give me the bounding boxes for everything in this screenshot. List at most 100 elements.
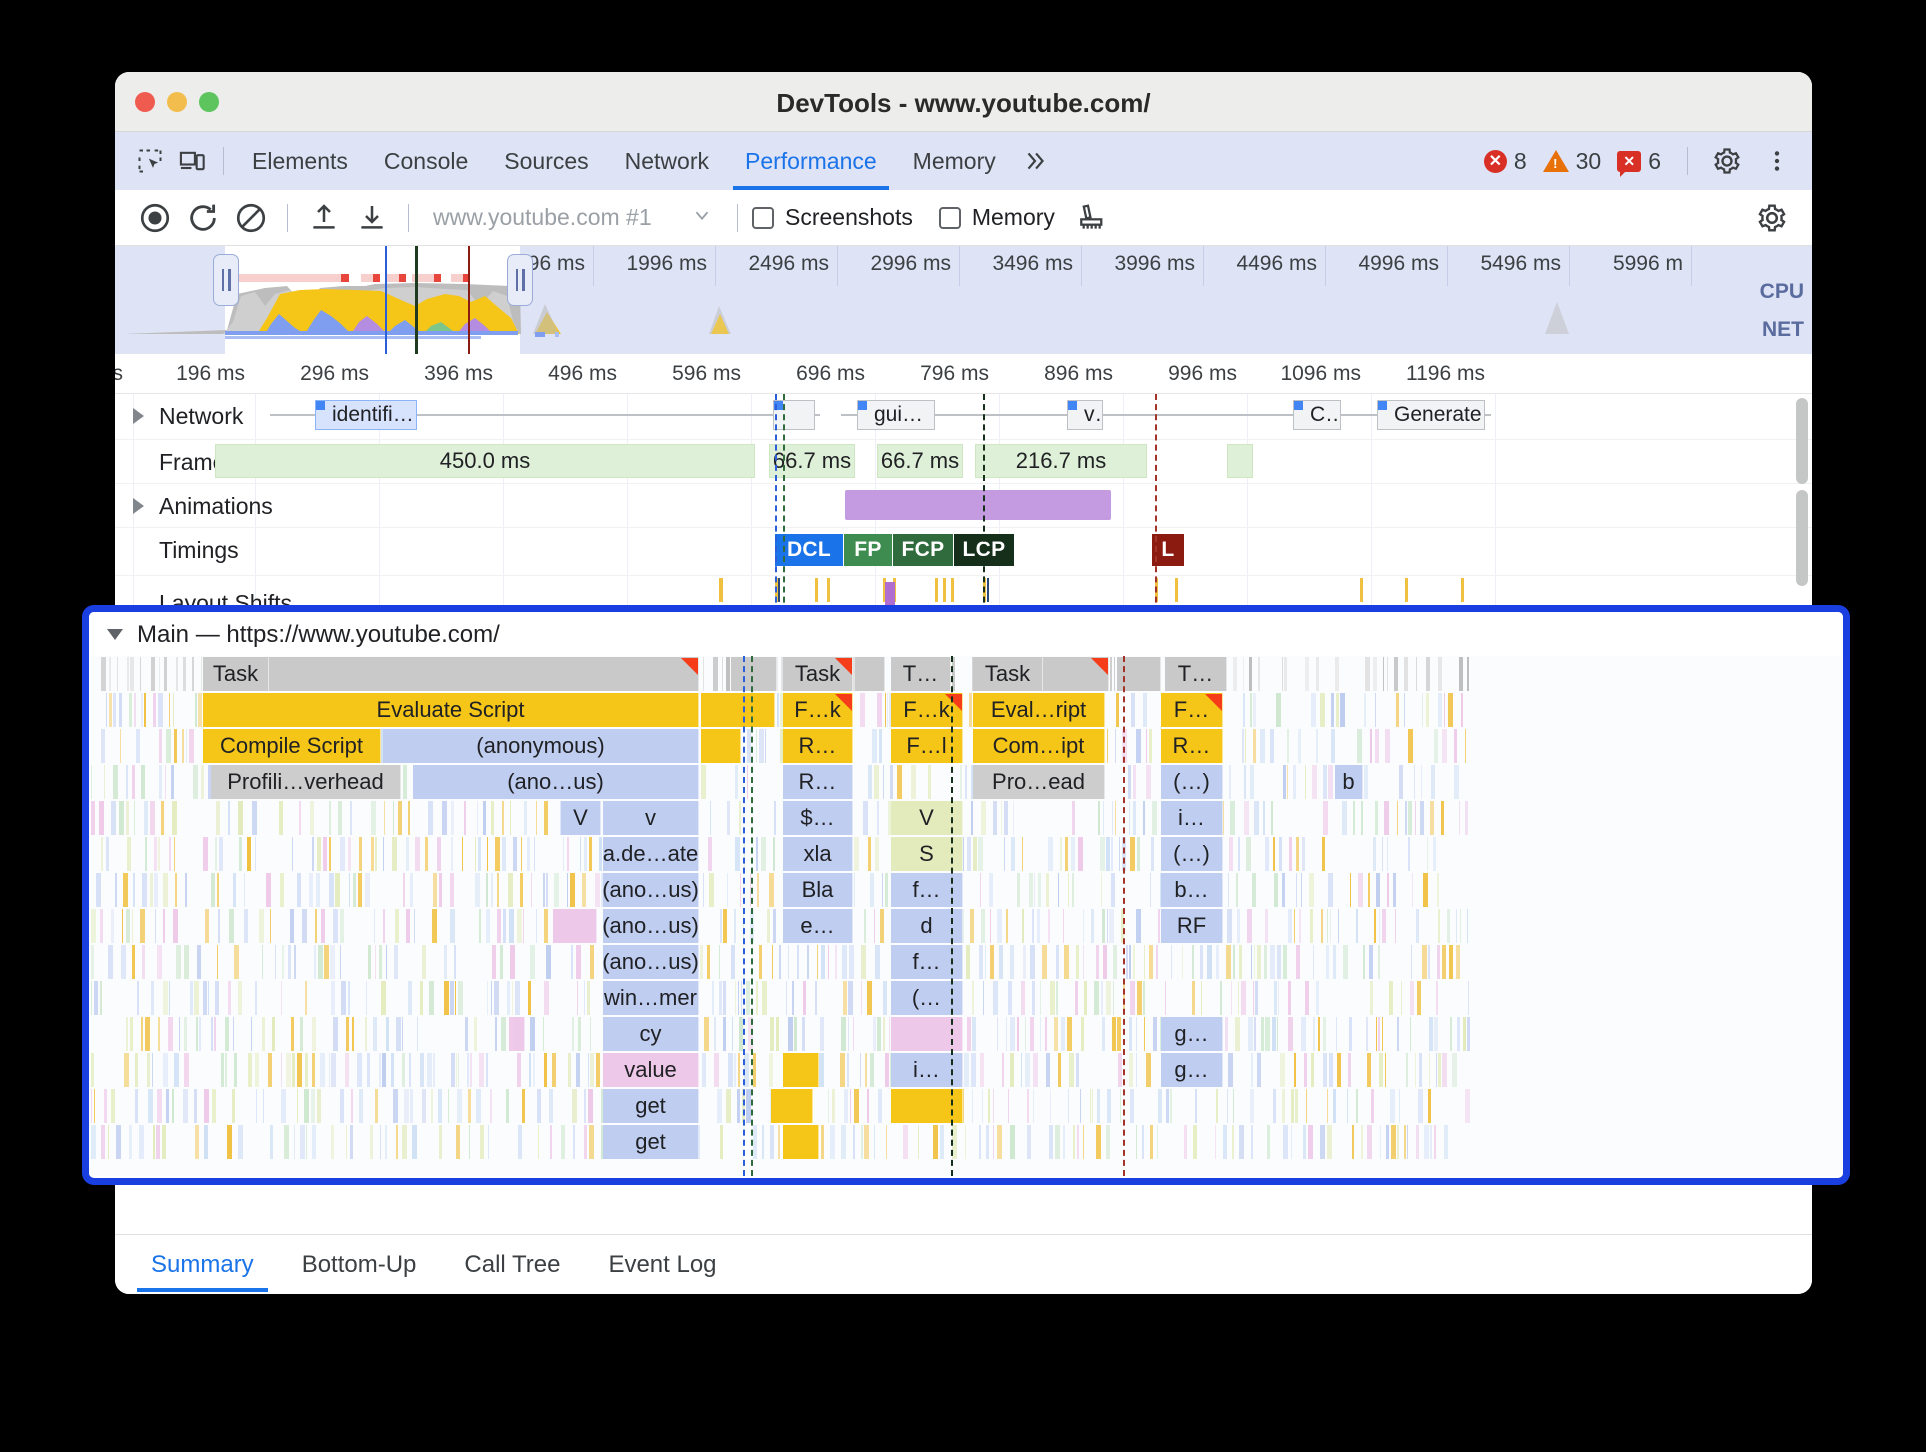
flame-micro-block[interactable] [444,945,447,979]
flame-micro-block[interactable] [348,981,350,1015]
flame-micro-block[interactable] [145,837,147,871]
flame-micro-block[interactable] [1040,1017,1041,1051]
flame-micro-block[interactable] [544,1053,547,1087]
flame-micro-block[interactable] [433,873,437,907]
flame-micro-block[interactable] [883,765,884,799]
flame-micro-block[interactable] [251,1017,252,1051]
flame-micro-block[interactable] [727,801,730,835]
flame-micro-block[interactable] [244,873,245,907]
flame-micro-block[interactable] [1166,1089,1169,1123]
flame-micro-block[interactable] [329,873,334,907]
flame-micro-block[interactable] [762,981,767,1015]
flame-block[interactable]: V [891,801,963,835]
flame-micro-block[interactable] [590,945,594,979]
flame-micro-block[interactable] [1150,1125,1153,1159]
flame-block[interactable]: Task [203,657,269,691]
flame-micro-block[interactable] [1394,657,1398,691]
flame-micro-block[interactable] [1063,1125,1065,1159]
flame-micro-block[interactable] [127,657,129,691]
flame-micro-block[interactable] [538,1125,539,1159]
flame-micro-block[interactable] [860,693,865,727]
flame-micro-block[interactable] [1022,837,1023,871]
tab-memory[interactable]: Memory [895,132,1014,190]
flame-micro-block[interactable] [1465,729,1466,763]
flame-micro-block[interactable] [1112,801,1113,835]
flame-micro-block[interactable] [382,1053,386,1087]
flame-micro-block[interactable] [1063,909,1064,943]
flame-micro-block[interactable] [735,765,738,799]
flame-micro-block[interactable] [966,945,970,979]
flame-micro-block[interactable] [720,1125,723,1159]
flame-micro-block[interactable] [1302,837,1305,871]
flame-micro-block[interactable] [486,873,488,907]
flame-micro-block[interactable] [126,801,129,835]
flame-micro-block[interactable] [1144,945,1145,979]
flame-micro-block[interactable] [108,1125,109,1159]
flame-micro-block[interactable] [1110,657,1112,691]
flame-micro-block[interactable] [1091,909,1094,943]
flame-micro-block[interactable] [1282,1089,1285,1123]
flame-micro-block[interactable] [1050,981,1055,1015]
flame-micro-block[interactable] [1348,1053,1351,1087]
flame-micro-block[interactable] [134,693,136,727]
flame-micro-block[interactable] [588,1089,593,1123]
flame-micro-block[interactable] [467,1053,469,1087]
flame-micro-block[interactable] [147,1053,150,1087]
flame-micro-block[interactable] [1318,1017,1320,1051]
flame-micro-block[interactable] [155,909,156,943]
flame-micro-block[interactable] [993,1125,994,1159]
flame-micro-block[interactable] [854,873,855,907]
flame-micro-block[interactable] [727,873,728,907]
flame-micro-block[interactable] [144,693,146,727]
flame-block[interactable]: Task [973,657,1043,691]
flame-micro-block[interactable] [432,909,437,943]
flame-micro-block[interactable] [486,909,490,943]
flame-micro-block[interactable] [1368,873,1370,907]
flame-micro-block[interactable] [576,1053,580,1087]
frame-block[interactable] [1227,444,1253,478]
flame-micro-block[interactable] [203,981,207,1015]
flame-micro-block[interactable] [1447,909,1450,943]
flame-micro-block[interactable] [1195,1089,1197,1123]
flame-micro-block[interactable] [294,1125,295,1159]
flame-micro-block[interactable] [513,837,517,871]
flame-micro-block[interactable] [1251,945,1252,979]
flame-micro-block[interactable] [1340,693,1345,727]
flame-micro-block[interactable] [100,909,103,943]
flame-micro-block[interactable] [386,945,387,979]
flame-micro-block[interactable] [1193,1125,1197,1159]
flame-micro-block[interactable] [1454,729,1457,763]
expanded-triangle-icon[interactable] [107,629,123,640]
flame-micro-block[interactable] [487,837,488,871]
flame-micro-block[interactable] [169,693,170,727]
flame-micro-block[interactable] [1415,1053,1416,1087]
flame-micro-block[interactable] [530,945,535,979]
flame-micro-block[interactable] [1242,729,1244,763]
flame-micro-block[interactable] [1277,945,1281,979]
flame-micro-block[interactable] [352,1017,354,1051]
flame-micro-block[interactable] [1305,765,1306,799]
issues-badge[interactable]: ✕ 6 [1617,148,1661,177]
flame-micro-block[interactable] [451,837,453,871]
flame-block[interactable]: (…) [1161,765,1223,799]
flame-micro-block[interactable] [1375,801,1378,835]
flame-micro-block[interactable] [507,981,510,1015]
flame-micro-block[interactable] [394,945,398,979]
flame-micro-block[interactable] [186,729,187,763]
flame-micro-block[interactable] [732,1017,733,1051]
flame-micro-block[interactable] [320,1053,325,1087]
flame-micro-block[interactable] [375,945,376,979]
flame-micro-block[interactable] [1335,657,1339,691]
flame-block[interactable] [783,1053,819,1087]
flame-micro-block[interactable] [1408,801,1412,835]
flame-micro-block[interactable] [1244,801,1249,835]
flame-micro-block[interactable] [1106,837,1110,871]
flame-micro-block[interactable] [1106,1125,1110,1159]
flame-micro-block[interactable] [1130,1089,1134,1123]
flame-micro-block[interactable] [1229,765,1231,799]
flame-micro-block[interactable] [911,765,916,799]
flame-micro-block[interactable] [1131,693,1135,727]
flame-micro-block[interactable] [1142,1125,1144,1159]
flame-block[interactable]: Bla [783,873,853,907]
flame-block[interactable]: T… [1165,657,1227,691]
